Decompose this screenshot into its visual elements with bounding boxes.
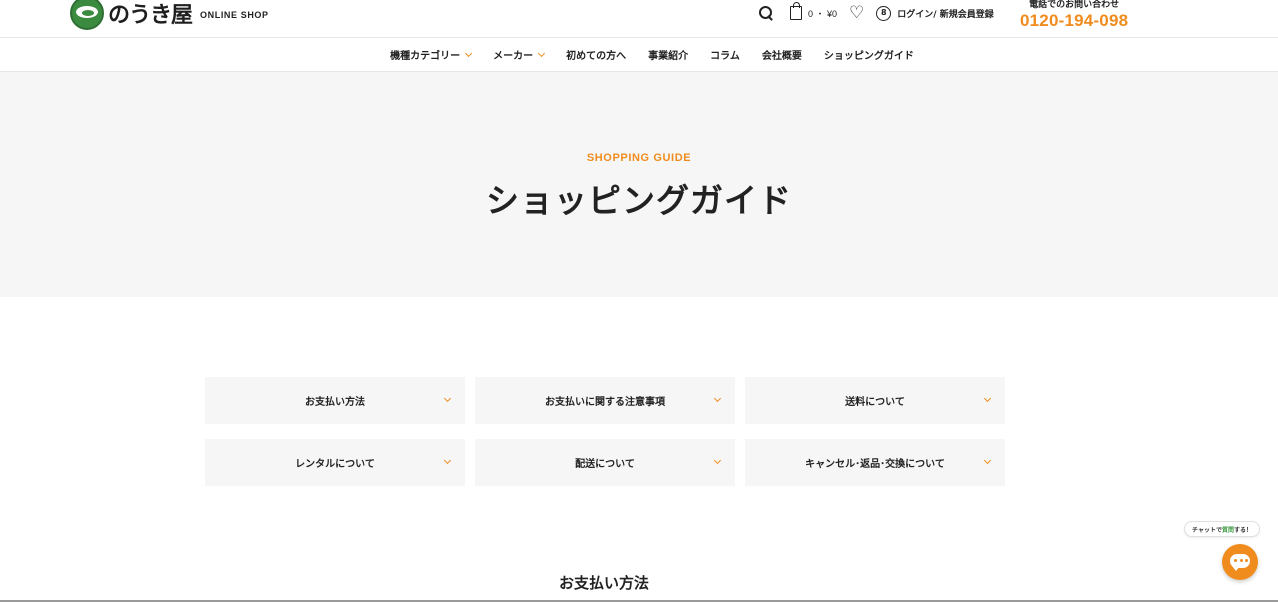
- guide-item-label: 配送について: [575, 459, 635, 470]
- nav-list: 機種カテゴリー メーカー 初めての方へ 事業紹介 コラム 会社概要 ショッピング…: [379, 47, 925, 62]
- header-actions: 0 ・ ¥0 ♡ 8 ログイン/ 新規会員登録: [758, 2, 994, 22]
- cart-summary[interactable]: 0 ・ ¥0: [808, 7, 837, 20]
- chevron-down-icon: [443, 394, 452, 403]
- chevron-down-icon: [983, 456, 992, 465]
- guide-item-cancel-return[interactable]: キャンセル･返品･交換について: [745, 439, 1005, 486]
- guide-item-label: お支払い方法: [305, 397, 365, 408]
- guide-item-rental[interactable]: レンタルについて: [205, 439, 465, 486]
- nav-item-column[interactable]: コラム: [710, 47, 740, 62]
- nav-item-label: 初めての方へ: [566, 51, 627, 62]
- nav-item-label: 事業紹介: [648, 51, 689, 62]
- nav-item-shopping-guide[interactable]: ショッピングガイド: [824, 47, 914, 62]
- chat-prompt-suffix: する！: [1233, 526, 1252, 534]
- site-header: のうき屋 ONLINE SHOP 0 ・ ¥0 ♡ 8 ログイン/ 新規会員登録…: [0, 0, 1278, 38]
- chat-prompt-highlight: 質問: [1221, 526, 1234, 534]
- nav-item-label: 会社概要: [761, 51, 802, 62]
- chevron-down-icon: [465, 49, 473, 57]
- logo-text: のうき屋: [108, 3, 193, 28]
- guide-item-label: キャンセル･返品･交換について: [805, 459, 945, 470]
- section-title: お支払い方法: [558, 574, 649, 592]
- page-title: ショッピングガイド: [486, 181, 792, 220]
- guide-item-payment-notes[interactable]: お支払いに関する注意事項: [475, 377, 735, 424]
- guide-item-payment-method[interactable]: お支払い方法: [205, 377, 465, 424]
- phone-contact-label: 電話でのお問い合わせ: [1029, 0, 1120, 10]
- guide-item-label: レンタルについて: [295, 459, 375, 470]
- phone-contact: 電話でのお問い合わせ 0120-194-098: [1020, 0, 1128, 31]
- chat-prompt-bubble[interactable]: チャットで 質問 する！: [1184, 521, 1260, 537]
- site-logo[interactable]: のうき屋 ONLINE SHOP: [70, 0, 269, 30]
- nav-item-company[interactable]: 会社概要: [762, 47, 802, 62]
- logo-mark-icon: [70, 0, 104, 30]
- nav-item-label: コラム: [710, 51, 740, 62]
- main-nav: 機種カテゴリー メーカー 初めての方へ 事業紹介 コラム 会社概要 ショッピング…: [0, 38, 1278, 72]
- guide-accordion-grid: お支払い方法 お支払いに関する注意事項 送料について レンタルについて 配送につ…: [205, 377, 1005, 486]
- nav-item-beginners[interactable]: 初めての方へ: [566, 47, 626, 62]
- hero-kicker: SHOPPING GUIDE: [586, 152, 692, 164]
- cart-icon[interactable]: [790, 2, 802, 20]
- chevron-down-icon: [713, 456, 722, 465]
- phone-number-link[interactable]: 0120-194-098: [1020, 11, 1128, 31]
- nav-item-label: ショッピングガイド: [823, 51, 914, 62]
- nav-item-maker[interactable]: メーカー: [493, 47, 546, 62]
- chat-icon: [1234, 559, 1248, 563]
- search-icon[interactable]: [758, 5, 774, 21]
- page-hero: SHOPPING GUIDE ショッピングガイド: [0, 72, 1278, 297]
- chevron-down-icon: [983, 394, 992, 403]
- guide-item-label: お支払いに関する注意事項: [545, 397, 665, 408]
- nav-item-label: メーカー: [493, 51, 534, 62]
- guide-item-delivery[interactable]: 配送について: [475, 439, 735, 486]
- chevron-down-icon: [443, 456, 452, 465]
- nav-item-machine-category[interactable]: 機種カテゴリー: [390, 47, 473, 62]
- nav-item-business[interactable]: 事業紹介: [648, 47, 688, 62]
- chevron-down-icon: [538, 49, 546, 57]
- login-register-link[interactable]: ログイン/ 新規会員登録: [897, 7, 993, 20]
- online-shop-label: ONLINE SHOP: [200, 10, 269, 20]
- chevron-down-icon: [713, 394, 722, 403]
- chat-button[interactable]: [1222, 544, 1258, 580]
- heart-icon[interactable]: ♡: [849, 4, 864, 22]
- user-icon[interactable]: 8: [876, 5, 892, 21]
- chat-prompt-prefix: チャットで: [1192, 526, 1222, 534]
- nav-item-label: 機種カテゴリー: [390, 51, 461, 62]
- guide-item-label: 送料について: [845, 397, 905, 408]
- guide-item-shipping-fee[interactable]: 送料について: [745, 377, 1005, 424]
